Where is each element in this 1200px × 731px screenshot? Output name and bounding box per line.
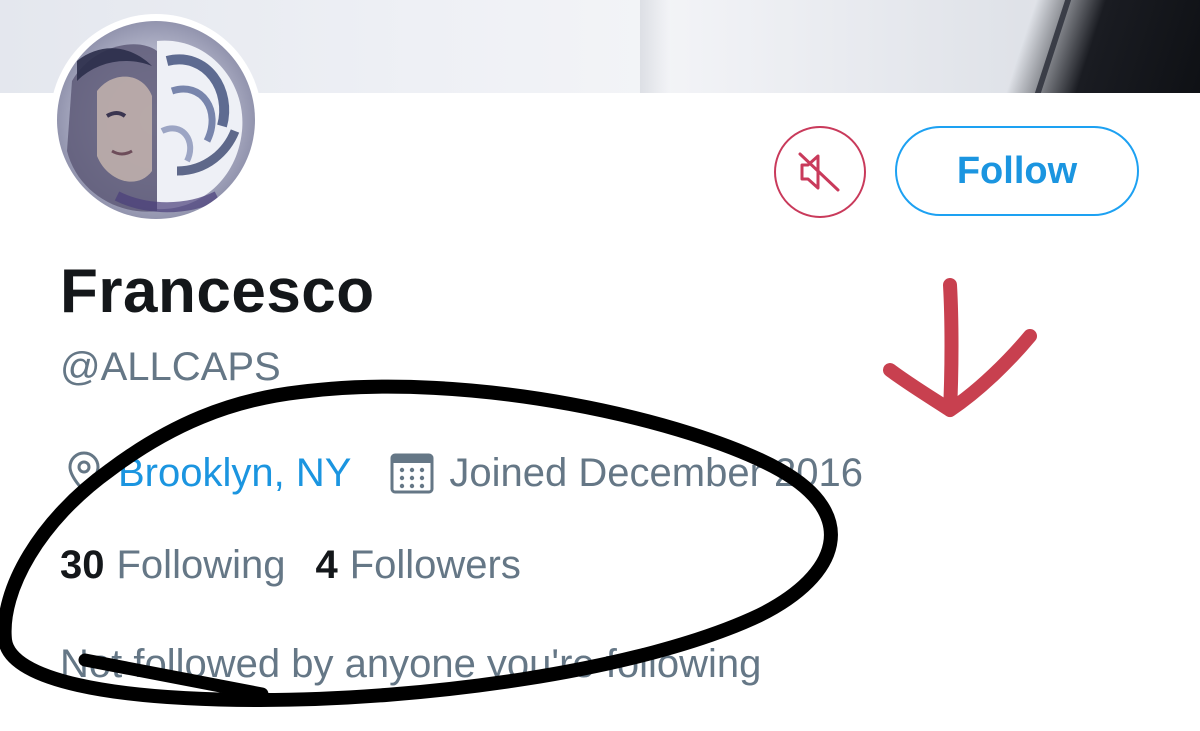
user-handle: @ALLCAPS: [60, 345, 281, 389]
location-link[interactable]: Brooklyn, NY: [118, 451, 351, 496]
followers-label: Followers: [349, 543, 521, 587]
follow-button[interactable]: Follow: [895, 126, 1139, 216]
annotation-arrow: [883, 278, 1037, 417]
display-name: Francesco: [60, 257, 375, 326]
following-link[interactable]: 30 Following: [60, 543, 285, 588]
followers-link[interactable]: 4 Followers: [315, 543, 520, 588]
unmute-button[interactable]: [774, 126, 866, 218]
joined-date: Joined December 2016: [449, 450, 864, 495]
calendar-icon: [389, 451, 435, 495]
follow-button-label: Follow: [956, 149, 1078, 192]
location-pin-icon: [64, 451, 104, 495]
followers-you-know-text: Not followed by anyone you're following: [60, 642, 762, 686]
avatar-image: [57, 21, 255, 219]
following-label: Following: [116, 543, 286, 587]
profile-page: Follow Francesco @ALLCAPS Brooklyn, NY J…: [0, 0, 1200, 731]
following-count: 30: [60, 543, 105, 587]
followers-count: 4: [315, 543, 338, 587]
follow-stats: 30 Following 4 Followers: [60, 543, 551, 588]
speaker-muted-icon: [796, 148, 844, 196]
profile-meta: Brooklyn, NY Joined December 2016: [64, 448, 863, 498]
avatar[interactable]: [50, 14, 262, 226]
